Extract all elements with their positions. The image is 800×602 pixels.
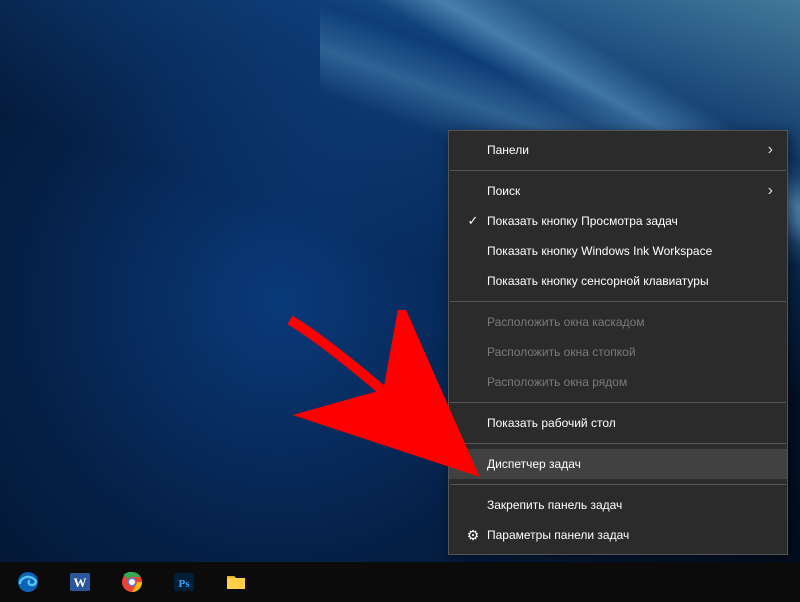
menu-item-panels[interactable]: Панели› xyxy=(449,135,787,165)
menu-item-show-ink[interactable]: Показать кнопку Windows Ink Workspace xyxy=(449,236,787,266)
svg-text:W: W xyxy=(74,575,87,590)
edge-icon[interactable] xyxy=(6,562,50,602)
check-icon: ✓ xyxy=(461,213,485,229)
word-icon[interactable]: W xyxy=(58,562,102,602)
menu-item-label: Расположить окна каскадом xyxy=(485,315,759,329)
menu-item-label: Показать кнопку сенсорной клавиатуры xyxy=(485,274,759,288)
menu-item-label: Расположить окна стопкой xyxy=(485,345,759,359)
chevron-right-icon: › xyxy=(759,141,773,159)
menu-item-label: Показать кнопку Windows Ink Workspace xyxy=(485,244,759,258)
menu-item-label: Показать рабочий стол xyxy=(485,416,759,430)
menu-item-show-touchkb[interactable]: Показать кнопку сенсорной клавиатуры xyxy=(449,266,787,296)
menu-item-label: Закрепить панель задач xyxy=(485,498,759,512)
menu-item-show-desktop[interactable]: Показать рабочий стол xyxy=(449,408,787,438)
photoshop-icon[interactable]: Ps xyxy=(162,562,206,602)
menu-item-lock-taskbar[interactable]: Закрепить панель задач xyxy=(449,490,787,520)
menu-item-search[interactable]: Поиск› xyxy=(449,176,787,206)
gear-icon: ⚙ xyxy=(461,527,485,544)
menu-item-label: Поиск xyxy=(485,184,759,198)
menu-item-label: Панели xyxy=(485,143,759,157)
menu-item-task-manager[interactable]: Диспетчер задач xyxy=(449,449,787,479)
menu-item-cascade: Расположить окна каскадом xyxy=(449,307,787,337)
menu-separator xyxy=(450,402,786,403)
menu-separator xyxy=(450,484,786,485)
menu-item-label: Диспетчер задач xyxy=(485,457,759,471)
chrome-icon[interactable] xyxy=(110,562,154,602)
menu-separator xyxy=(450,170,786,171)
taskbar[interactable]: W Ps xyxy=(0,562,800,602)
menu-separator xyxy=(450,301,786,302)
menu-item-show-taskview[interactable]: ✓Показать кнопку Просмотра задач xyxy=(449,206,787,236)
menu-item-taskbar-settings[interactable]: ⚙Параметры панели задач xyxy=(449,520,787,550)
file-explorer-icon[interactable] xyxy=(214,562,258,602)
chevron-right-icon: › xyxy=(759,182,773,200)
menu-separator xyxy=(450,443,786,444)
menu-item-stacked: Расположить окна стопкой xyxy=(449,337,787,367)
svg-text:Ps: Ps xyxy=(179,578,191,590)
menu-item-label: Расположить окна рядом xyxy=(485,375,759,389)
menu-item-label: Показать кнопку Просмотра задач xyxy=(485,214,759,228)
menu-item-sidebyside: Расположить окна рядом xyxy=(449,367,787,397)
taskbar-context-menu: Панели›Поиск›✓Показать кнопку Просмотра … xyxy=(448,130,788,555)
menu-item-label: Параметры панели задач xyxy=(485,528,759,542)
